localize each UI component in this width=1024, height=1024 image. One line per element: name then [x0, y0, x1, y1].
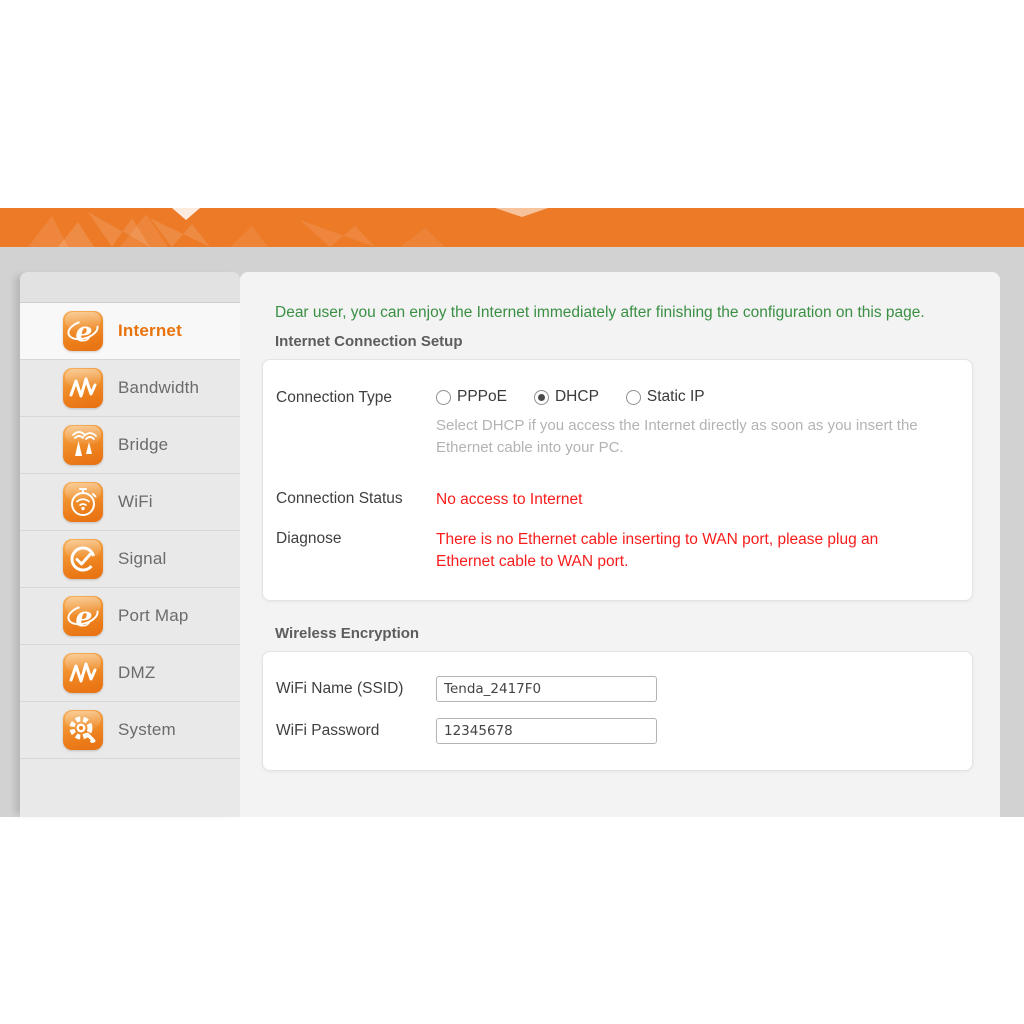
radio-dhcp[interactable]: DHCP — [534, 388, 599, 406]
sidebar-header — [20, 272, 240, 303]
radio-label: DHCP — [555, 388, 599, 406]
sidebar-item-bandwidth[interactable]: Bandwidth — [20, 360, 240, 417]
sidebar-item-label: Signal — [118, 549, 166, 569]
radio-pppoe[interactable]: PPPoE — [436, 388, 507, 406]
sidebar-item-label: Port Map — [118, 606, 189, 626]
sidebar-item-bridge[interactable]: Bridge — [20, 417, 240, 474]
sidebar-nav: e Internet Bandwidth — [20, 272, 240, 817]
sidebar-item-label: Internet — [118, 321, 182, 341]
system-icon — [63, 710, 103, 750]
tenda-logo-faded — [0, 208, 600, 247]
sidebar-item-port-map[interactable]: e Port Map — [20, 588, 240, 645]
wifi-password-row: WiFi Password — [276, 718, 952, 744]
sidebar-item-dmz[interactable]: DMZ — [20, 645, 240, 702]
ssid-input[interactable] — [436, 676, 657, 702]
connection-status-value: No access to Internet — [436, 489, 582, 511]
port-map-icon: e — [63, 596, 103, 636]
sidebar-item-label: System — [118, 720, 176, 740]
connection-type-options: PPPoE DHCP Static IP — [436, 388, 705, 406]
diagnose-label: Diagnose — [276, 529, 436, 548]
wifi-password-label: WiFi Password — [276, 718, 436, 740]
ssid-row: WiFi Name (SSID) — [276, 676, 952, 702]
diagnose-row: Diagnose There is no Ethernet cable inse… — [276, 529, 952, 574]
dmz-icon — [63, 653, 103, 693]
radio-circle-dhcp[interactable] — [534, 390, 549, 405]
sidebar-item-label: WiFi — [118, 492, 153, 512]
sidebar-item-label: DMZ — [118, 663, 155, 683]
internet-setup-title: Internet Connection Setup — [275, 333, 970, 350]
sidebar-item-label: Bandwidth — [118, 378, 199, 398]
radio-circle-pppoe[interactable] — [436, 390, 451, 405]
connection-type-label: Connection Type — [276, 388, 436, 407]
ssid-label: WiFi Name (SSID) — [276, 676, 436, 698]
wifi-password-input[interactable] — [436, 718, 657, 744]
wireless-encryption-title: Wireless Encryption — [275, 625, 970, 642]
bandwidth-icon — [63, 368, 103, 408]
wifi-icon — [63, 482, 103, 522]
radio-circle-static-ip[interactable] — [626, 390, 641, 405]
main-panel: Dear user, you can enjoy the Internet im… — [240, 272, 1000, 817]
sidebar-item-signal[interactable]: Signal — [20, 531, 240, 588]
radio-label: Static IP — [647, 388, 705, 406]
svg-text:e: e — [75, 317, 92, 348]
signal-icon — [63, 539, 103, 579]
diagnose-value: There is no Ethernet cable inserting to … — [436, 529, 941, 574]
bridge-icon — [63, 425, 103, 465]
dhcp-hint-text: Select DHCP if you access the Internet d… — [436, 415, 928, 459]
svg-text:e: e — [75, 602, 92, 633]
sidebar-item-system[interactable]: System — [20, 702, 240, 759]
connection-status-row: Connection Status No access to Internet — [276, 489, 952, 511]
internet-icon: e — [63, 311, 103, 351]
internet-setup-card: Connection Type PPPoE DHCP Static IP — [262, 359, 973, 601]
sidebar-item-internet[interactable]: e Internet — [20, 303, 240, 360]
sidebar-item-wifi[interactable]: WiFi — [20, 474, 240, 531]
welcome-notice: Dear user, you can enjoy the Internet im… — [275, 304, 970, 322]
connection-status-label: Connection Status — [276, 489, 436, 508]
sidebar-item-label: Bridge — [118, 435, 168, 455]
wireless-encryption-card: WiFi Name (SSID) WiFi Password — [262, 651, 973, 771]
connection-type-row: Connection Type PPPoE DHCP Static IP — [276, 388, 952, 407]
top-banner — [0, 208, 1024, 247]
workspace: e Internet Bandwidth — [0, 247, 1024, 817]
radio-static-ip[interactable]: Static IP — [626, 388, 705, 406]
radio-label: PPPoE — [457, 388, 507, 406]
